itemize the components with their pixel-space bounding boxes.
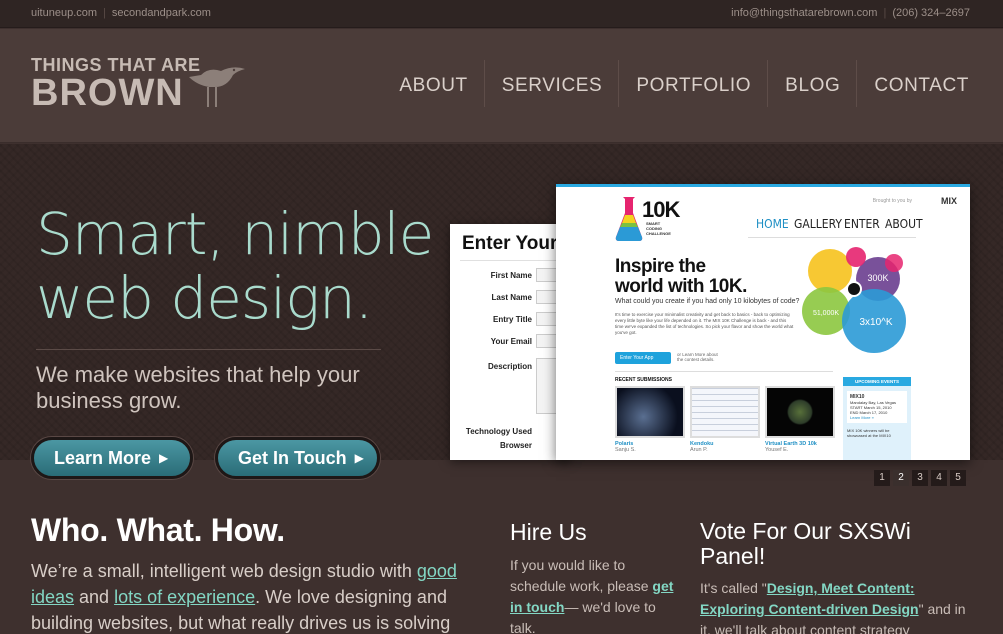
nav-about[interactable]: ABOUT: [382, 60, 483, 107]
mock-nav-home: HOME: [756, 217, 789, 231]
learn-more-button[interactable]: Learn More ▶: [31, 437, 193, 479]
separator: |: [883, 7, 887, 19]
separator: |: [103, 7, 106, 19]
site-header: THINGS THAT ARE BROWN ABOUT SERVICES POR…: [0, 29, 1003, 143]
chevron-right-icon: ▶: [159, 451, 169, 465]
nav-blog[interactable]: BLOG: [768, 60, 856, 107]
vote-heading: Vote For Our SXSWi Panel!: [700, 518, 911, 569]
slideshow-pager: 1 2 3 4 5: [874, 470, 966, 486]
mock-rule: [615, 371, 833, 372]
top-bar-contact: info@thingsthatarebrown.com | (206) 324–26…: [731, 7, 970, 19]
text: It's called ": [700, 580, 767, 596]
mock-headline: Inspire the world with 10K.: [615, 257, 747, 297]
who-what-how-text: We’re a small, intelligent web design st…: [31, 558, 461, 634]
flask-icon: [615, 197, 643, 241]
circle-value-c: 3x10^K: [859, 317, 892, 328]
hire-us-heading: Hire Us: [510, 519, 587, 545]
main-nav: ABOUT SERVICES PORTFOLIO BLOG CONTACT: [382, 60, 969, 107]
event-card: MIX10 Mandalay Bay, Las Vegas START Marc…: [847, 391, 907, 423]
hero-title-line1: Smart, nimble: [36, 200, 434, 268]
mock-learn-more: or Learn More about the contest details.: [677, 352, 718, 362]
sub-caption-kendoku: Kendoku Arun P.: [690, 441, 714, 453]
text: and: [74, 587, 115, 607]
events-header: UPCOMING EVENTS: [843, 377, 911, 386]
circles-graphic: 51,000K 300K 3x10^K: [802, 247, 906, 353]
logo-line2: BROWN: [31, 72, 184, 114]
mock-nav-about: ABOUT: [885, 217, 923, 231]
mock-headline-line1: Inspire the: [615, 256, 706, 277]
form-label: Technology Used: [465, 427, 532, 436]
form-label: Browser: [499, 441, 532, 450]
mock-nav-enter: ENTER: [844, 217, 880, 231]
thumb-polaris: [615, 386, 685, 438]
hero-divider: [36, 349, 381, 350]
form-label: Description: [487, 362, 532, 371]
email-link[interactable]: info@thingsthatarebrown.com: [731, 7, 877, 19]
text: If you would like to schedule work, plea…: [510, 557, 653, 594]
thumb-kendoku: [690, 386, 760, 438]
event-note: MIX 10K winners will be showcased at the…: [847, 428, 891, 438]
thumb-virtual-earth: [765, 386, 835, 438]
chevron-right-icon: ▶: [354, 451, 364, 465]
top-bar: uituneup.com | secondandpark.com info@thin…: [0, 0, 1003, 28]
sub-author: Sanju S.: [615, 447, 636, 453]
mock-headline-line2: world with 10K.: [615, 276, 747, 297]
sub-author: Arun P.: [690, 447, 708, 453]
mock-enter-button: Enter Your App: [615, 352, 671, 364]
mock-nav-rule: [748, 237, 916, 238]
event-more: Learn More »: [850, 415, 874, 420]
circle-value-b: 300K: [867, 273, 888, 283]
sub-caption-polaris: Polaris Sanju S.: [615, 441, 636, 453]
bird-icon: [189, 67, 245, 107]
get-in-touch-button[interactable]: Get In Touch ▶: [215, 437, 380, 479]
lots-of-experience-link[interactable]: lots of experience: [114, 587, 255, 607]
brought-by: Brought to you by: [872, 198, 912, 204]
form-label: Last Name: [491, 293, 532, 302]
10k-logo: 10K: [642, 197, 680, 222]
pager-5[interactable]: 5: [950, 470, 966, 486]
recent-submissions-label: RECENT SUBMISSIONS: [615, 377, 672, 383]
10k-logo-subtitle: SMART CODING CHALLENGE: [646, 221, 671, 236]
vote-text: It's called "Design, Meet Content: Explo…: [700, 578, 980, 634]
hire-us-text: If you would like to schedule work, plea…: [510, 555, 685, 634]
uituneup-link[interactable]: uituneup.com: [31, 7, 97, 19]
top-bar-links: uituneup.com | secondandpark.com: [31, 7, 211, 19]
mock-body: It's time to exercise your minimalist cr…: [615, 312, 794, 335]
text: We’re a small, intelligent web design st…: [31, 561, 417, 581]
form-label: First Name: [490, 271, 532, 280]
hero-title-line2: web design.: [36, 264, 373, 332]
circle-value-a: 51,000K: [813, 310, 839, 317]
portfolio-screenshot-form[interactable]: Enter Your First Name Last Name Entry Ti…: [450, 224, 570, 460]
nav-contact[interactable]: CONTACT: [857, 60, 969, 107]
sub-caption-virtual-earth: Virtual Earth 3D 10k Yousef E.: [765, 441, 817, 453]
site-logo[interactable]: THINGS THAT ARE BROWN: [31, 55, 245, 114]
rule: [460, 260, 570, 261]
pager-3[interactable]: 3: [912, 470, 928, 486]
phone-number: (206) 324–2697: [892, 7, 970, 19]
nav-services[interactable]: SERVICES: [485, 60, 619, 107]
sub-author: Yousef E.: [765, 447, 789, 453]
pager-2[interactable]: 2: [893, 470, 909, 486]
learn-more-label: Learn More: [54, 447, 152, 468]
mock-question: What could you create if you had only 10…: [615, 298, 800, 305]
pager-4[interactable]: 4: [931, 470, 947, 486]
upcoming-events-panel: UPCOMING EVENTS MIX10 Mandalay Bay, Las …: [843, 377, 911, 460]
hero-subtitle: We make websites that help your business…: [36, 362, 360, 413]
hero-title: Smart, nimble web design.: [36, 202, 456, 330]
form-label: Your Email: [490, 337, 532, 346]
form-label: Entry Title: [493, 315, 532, 324]
nav-portfolio[interactable]: PORTFOLIO: [619, 60, 767, 107]
form-title: Enter Your: [462, 233, 558, 254]
mix-logo: MIX: [940, 196, 957, 206]
pager-1[interactable]: 1: [874, 470, 890, 486]
mock-nav-gallery: GALLERY: [794, 217, 842, 231]
who-what-how-heading: Who. What. How.: [31, 512, 285, 548]
hero-section: Smart, nimble web design. We make websit…: [0, 144, 1003, 479]
get-in-touch-label: Get In Touch: [238, 447, 347, 468]
secondandpark-link[interactable]: secondandpark.com: [112, 7, 211, 19]
portfolio-screenshot-10k[interactable]: Brought to you by MIX 10K SMART CODING C…: [556, 184, 970, 460]
